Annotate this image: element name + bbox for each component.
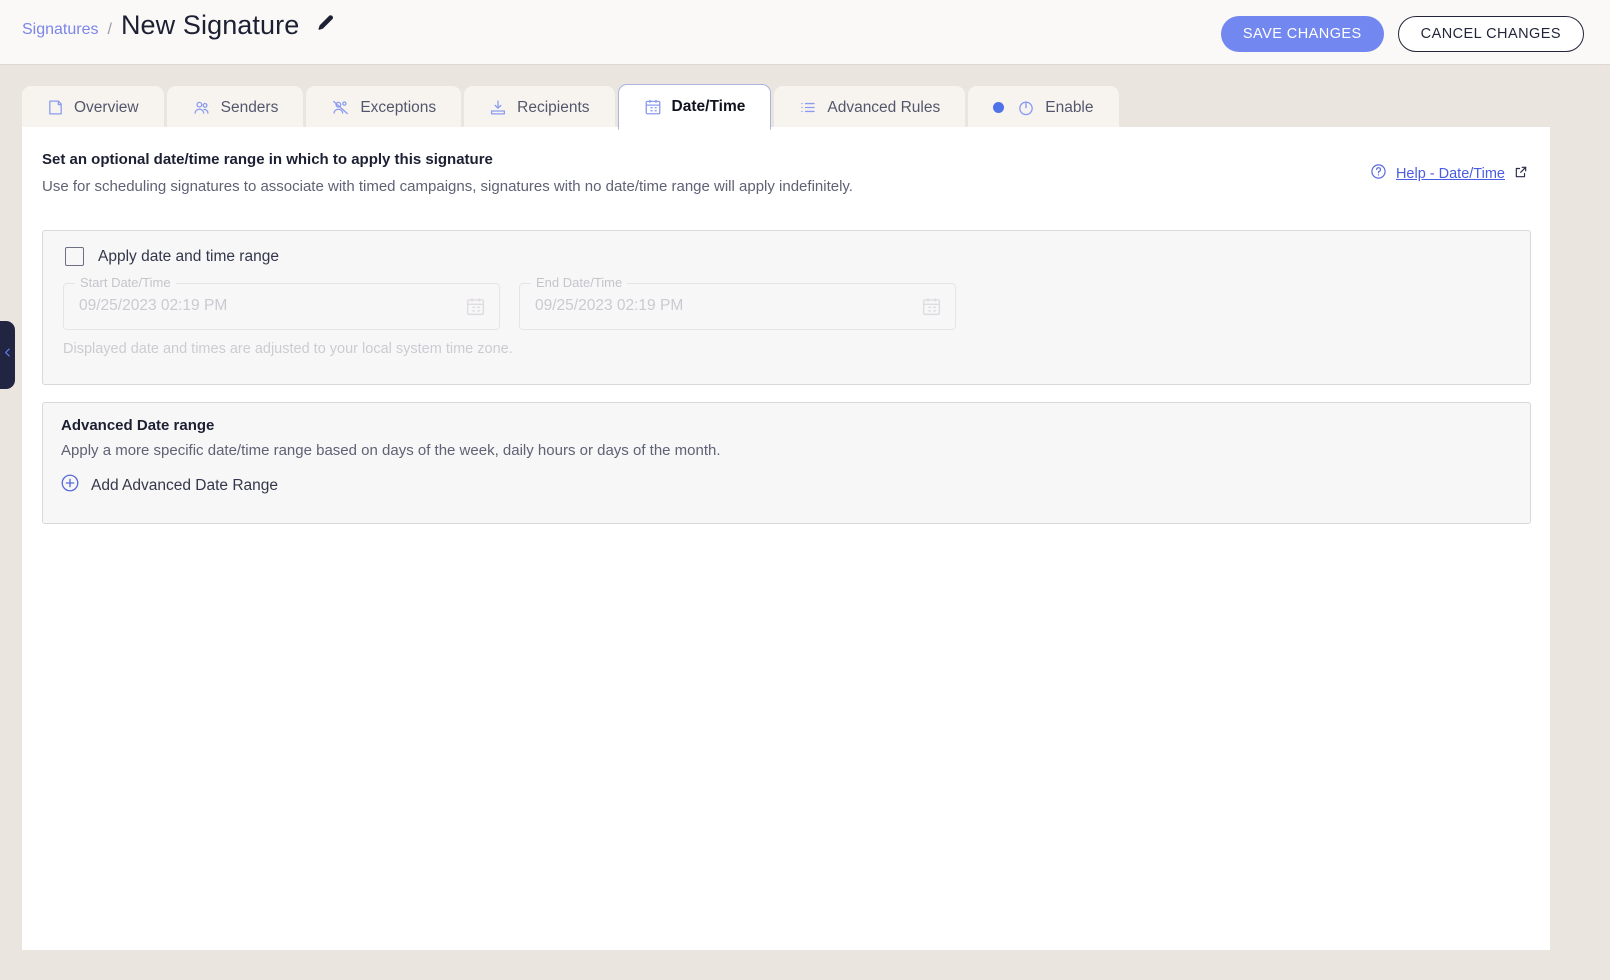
calendar-icon[interactable] — [921, 296, 942, 322]
date-range-card: Apply date and time range Start Date/Tim… — [42, 230, 1531, 385]
tab-advanced-rules[interactable]: Advanced Rules — [774, 86, 966, 129]
page-title: New Signature — [120, 10, 300, 40]
tab-exceptions[interactable]: Exceptions — [306, 86, 462, 129]
advanced-date-range-description: Apply a more specific date/time range ba… — [61, 442, 721, 459]
end-date-time-field[interactable]: End Date/Time 09/25/2023 02:19 PM — [519, 275, 956, 330]
help-link-label: Help - Date/Time — [1395, 166, 1505, 182]
panel-header: Set an optional date/time range in which… — [42, 151, 853, 195]
start-date-time-value: 09/25/2023 02:19 PM — [79, 297, 228, 314]
users-icon — [192, 99, 211, 116]
tab-overview[interactable]: Overview — [22, 86, 164, 129]
breadcrumb: Signatures / New Signature — [22, 10, 335, 41]
tab-list: Overview Senders Exceptions Recipients D… — [22, 84, 1119, 130]
power-icon — [1017, 99, 1035, 117]
calendar-icon[interactable] — [465, 296, 486, 322]
add-advanced-date-range-button[interactable]: Add Advanced Date Range — [60, 473, 278, 498]
tab-label: Overview — [74, 98, 139, 116]
calendar-icon — [644, 98, 662, 116]
tab-label: Recipients — [517, 98, 590, 116]
add-advanced-date-range-label: Add Advanced Date Range — [91, 476, 278, 494]
start-date-time-field[interactable]: Start Date/Time 09/25/2023 02:19 PM — [63, 275, 500, 330]
tab-label: Senders — [220, 98, 279, 116]
pencil-icon[interactable] — [317, 14, 335, 37]
app-root: Signatures / New Signature SAVE CHANGES … — [0, 0, 1610, 980]
tab-enable[interactable]: Enable — [968, 86, 1119, 129]
status-dot-icon — [993, 102, 1005, 113]
breadcrumb-link-signatures[interactable]: Signatures — [22, 21, 99, 39]
tab-label: Enable — [1045, 98, 1094, 116]
download-inbox-icon — [489, 99, 507, 116]
breadcrumb-separator: / — [107, 21, 112, 38]
tab-senders[interactable]: Senders — [166, 86, 304, 129]
tab-strip: Overview Senders Exceptions Recipients D… — [0, 65, 1610, 130]
help-date-time-link[interactable]: Help - Date/Time — [1370, 163, 1528, 185]
page-header: Signatures / New Signature SAVE CHANGES … — [0, 0, 1610, 65]
header-actions: SAVE CHANGES CANCEL CHANGES — [1220, 16, 1584, 52]
section-subheading: Use for scheduling signatures to associa… — [42, 178, 853, 195]
question-circle-icon — [1370, 163, 1387, 185]
apply-date-range-checkbox[interactable] — [65, 247, 84, 266]
advanced-date-range-card: Advanced Date range Apply a more specifi… — [42, 402, 1531, 524]
cancel-changes-button[interactable]: CANCEL CHANGES — [1397, 16, 1584, 52]
timezone-note: Displayed date and times are adjusted to… — [63, 341, 513, 357]
date-fields: Start Date/Time 09/25/2023 02:19 PM End … — [63, 275, 956, 330]
tab-recipients[interactable]: Recipients — [464, 86, 615, 129]
end-date-time-value: 09/25/2023 02:19 PM — [535, 297, 684, 314]
sidebar-collapse-handle[interactable] — [0, 321, 15, 389]
apply-date-range-row[interactable]: Apply date and time range — [65, 247, 279, 266]
save-changes-button[interactable]: SAVE CHANGES — [1220, 16, 1384, 52]
end-date-time-label: End Date/Time — [531, 275, 628, 290]
tab-label: Exceptions — [360, 98, 437, 116]
start-date-time-label: Start Date/Time — [75, 275, 176, 290]
external-link-icon — [1514, 165, 1528, 184]
users-off-icon — [331, 99, 350, 116]
note-icon — [47, 99, 64, 116]
apply-date-range-label: Apply date and time range — [98, 247, 279, 265]
section-heading: Set an optional date/time range in which… — [42, 151, 493, 168]
tab-date-time[interactable]: Date/Time — [617, 84, 772, 130]
tab-label: Date/Time — [671, 98, 746, 115]
main-panel: Set an optional date/time range in which… — [22, 127, 1550, 950]
advanced-date-range-title: Advanced Date range — [61, 417, 215, 434]
tab-label: Advanced Rules — [827, 98, 941, 116]
list-icon — [799, 99, 817, 116]
plus-circle-icon — [60, 473, 80, 498]
chevron-left-icon — [2, 345, 13, 365]
